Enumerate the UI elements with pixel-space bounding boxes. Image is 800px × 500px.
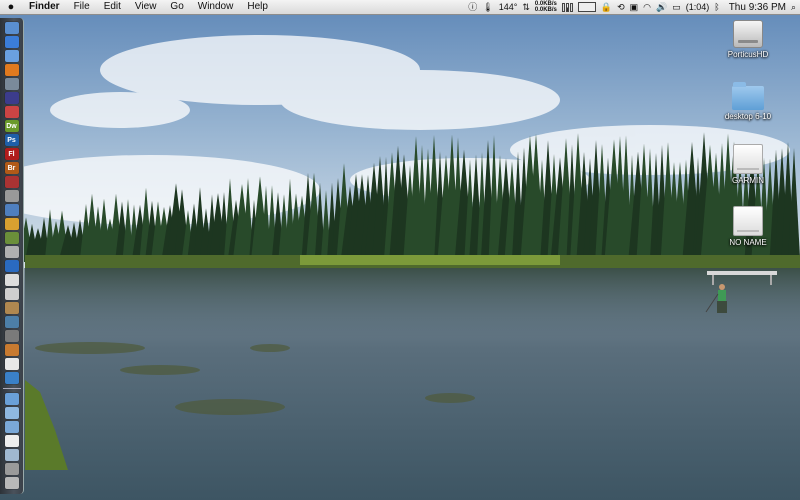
desktop-icon-label: NO NAME <box>729 238 767 247</box>
dock-bridge-icon[interactable]: Br <box>4 162 19 174</box>
hard-drive-icon <box>733 20 763 48</box>
dock-app-22-icon[interactable] <box>4 316 19 328</box>
thermometer-icon[interactable]: 🌡 <box>482 0 493 14</box>
dock-mail-icon[interactable] <box>4 78 19 90</box>
net-down-rate: 0.0KB/s <box>534 7 557 13</box>
desktop-icon-label: PorticusHD <box>727 50 769 59</box>
dock-finder-icon[interactable] <box>4 22 19 34</box>
dock-folder-stack-icon[interactable] <box>4 449 19 461</box>
time-machine-icon[interactable]: ⟲ <box>617 0 625 14</box>
river-landscape-wallpaper <box>0 0 800 500</box>
dock-photo-booth-icon[interactable] <box>4 176 19 188</box>
wifi-icon[interactable]: ◠ <box>643 0 651 14</box>
dock-photoshop-icon[interactable]: Ps <box>4 134 19 146</box>
memory-meter-icon[interactable] <box>577 2 596 12</box>
dock-app-24-icon[interactable] <box>4 344 19 356</box>
battery-time[interactable]: (1:04) <box>686 2 710 12</box>
dock-addressbook-icon[interactable] <box>4 106 19 118</box>
status-area: ⓘ 🌡 144° ⇅ 0.0KB/s 0.0KB/s 🔒 ⟲ ▣ ◠ 🔊 ▭ (… <box>468 0 796 14</box>
dock-app-20-icon[interactable] <box>4 288 19 300</box>
folder-icon <box>732 82 764 110</box>
menu-file[interactable]: File <box>67 0 97 14</box>
dock-app-25-icon[interactable] <box>4 358 19 370</box>
dock-firefox-icon[interactable] <box>4 64 19 76</box>
dock: Dw Ps Fl Br <box>0 18 24 494</box>
dock-flash-icon[interactable]: Fl <box>4 148 19 160</box>
menu-finder[interactable]: Finder <box>22 0 67 14</box>
menu-bar: ● Finder File Edit View Go Window Help ⓘ… <box>0 0 800 15</box>
menu-window[interactable]: Window <box>191 0 241 14</box>
dock-documents-stack-icon[interactable] <box>4 407 19 419</box>
dock-dreamweaver-icon[interactable]: Dw <box>4 120 19 132</box>
dock-preview-icon[interactable] <box>4 190 19 202</box>
desktop-icon-label: desktop 6-10 <box>724 112 772 121</box>
up-down-arrow-icon: ⇅ <box>522 2 530 12</box>
dock-itunes-icon[interactable] <box>4 92 19 104</box>
desktop-icon-no-name[interactable]: NO NAME <box>708 206 788 247</box>
dock-app-23-icon[interactable] <box>4 330 19 342</box>
dock-safari-icon[interactable] <box>4 36 19 48</box>
desktop-wallpaper: ● Finder File Edit View Go Window Help ⓘ… <box>0 0 800 500</box>
info-icon[interactable]: ⓘ <box>468 0 477 14</box>
dock-downloads-stack-icon[interactable] <box>4 421 19 433</box>
volume-icon[interactable]: 🔊 <box>656 0 667 14</box>
external-drive-icon <box>733 206 763 236</box>
dock-calendar-icon[interactable] <box>4 274 19 286</box>
temperature-readout[interactable]: 144° <box>499 2 518 12</box>
spotlight-icon[interactable]: ⌕ <box>791 0 796 14</box>
bluetooth-icon[interactable]: ᛒ <box>714 0 719 14</box>
dock-app-21-icon[interactable] <box>4 302 19 314</box>
menu-edit[interactable]: Edit <box>97 0 128 14</box>
dock-trash-icon[interactable] <box>4 477 19 489</box>
network-monitor-icon[interactable]: 0.0KB/s 0.0KB/s <box>535 1 557 13</box>
dock-separator <box>2 388 21 389</box>
apple-logo-icon[interactable]: ● <box>0 1 22 13</box>
dock-app-14-icon[interactable] <box>4 204 19 216</box>
script-icon[interactable]: ▣ <box>630 0 639 14</box>
dock-file-stack-icon[interactable] <box>4 435 19 447</box>
desktop-icon-garmin[interactable]: GARMIN <box>708 144 788 185</box>
dock-app-26-icon[interactable] <box>4 372 19 384</box>
cpu-bars-icon[interactable] <box>561 2 573 12</box>
dock-app-18-icon[interactable] <box>4 260 19 272</box>
desktop-icon-label: GARMIN <box>732 176 764 185</box>
dock-ichat-icon[interactable] <box>4 50 19 62</box>
dock-app-15-icon[interactable] <box>4 218 19 230</box>
desktop-icon-porticushd[interactable]: PorticusHD <box>708 20 788 59</box>
menu-help[interactable]: Help <box>240 0 275 14</box>
battery-icon[interactable]: ▭ <box>672 0 681 14</box>
dock-picture-stack-icon[interactable] <box>4 463 19 475</box>
dock-applications-stack-icon[interactable] <box>4 393 19 405</box>
dock-app-16-icon[interactable] <box>4 232 19 244</box>
menu-clock[interactable]: Thu 9:36 PM <box>725 2 786 13</box>
lock-icon[interactable]: 🔒 <box>601 0 612 14</box>
menu-view[interactable]: View <box>128 0 164 14</box>
desktop-icon-folder[interactable]: desktop 6-10 <box>708 82 788 121</box>
menu-go[interactable]: Go <box>163 0 190 14</box>
dock-app-17-icon[interactable] <box>4 246 19 258</box>
external-drive-icon <box>733 144 763 174</box>
